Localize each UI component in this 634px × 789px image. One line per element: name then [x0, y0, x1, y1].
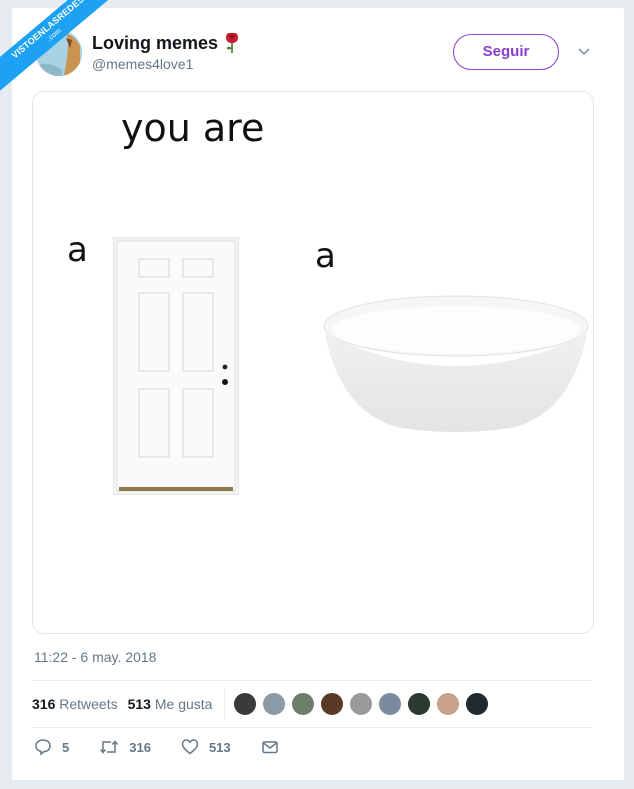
- reply-count: 5: [62, 739, 70, 755]
- author-handle[interactable]: @memes4love1: [92, 56, 193, 72]
- heart-icon: [181, 739, 199, 755]
- meme-label-left: a: [67, 230, 88, 270]
- retweet-count: 316: [129, 739, 151, 755]
- reply-button[interactable]: 5: [34, 738, 69, 756]
- meme-label-right: a: [315, 236, 336, 276]
- liker-avatar[interactable]: [233, 692, 258, 716]
- tweet-media[interactable]: you are a a: [32, 91, 594, 634]
- direct-message-button[interactable]: [261, 739, 289, 755]
- door-image: [113, 237, 239, 495]
- likes-stat[interactable]: 513 Me gusta: [128, 696, 213, 712]
- bowl-image: [323, 295, 589, 432]
- like-button[interactable]: 513: [181, 738, 231, 756]
- liker-avatar[interactable]: [349, 692, 374, 716]
- tweet-actions: 5 316 513: [34, 738, 319, 756]
- reply-icon: [35, 739, 51, 756]
- follow-button[interactable]: Seguir: [453, 34, 559, 70]
- retweet-icon: [100, 740, 119, 754]
- tweet-stats: 316 Retweets 513 Me gusta: [32, 681, 592, 727]
- liker-avatar[interactable]: [465, 692, 490, 716]
- retweets-count: 316: [32, 696, 56, 712]
- chevron-down-icon[interactable]: [577, 44, 591, 58]
- liker-avatar[interactable]: [320, 692, 345, 716]
- envelope-icon: [261, 741, 278, 754]
- liker-avatar[interactable]: [291, 692, 316, 716]
- liker-avatar[interactable]: [262, 692, 287, 716]
- retweet-button[interactable]: 316: [99, 738, 151, 756]
- retweets-label: Retweets: [59, 696, 118, 712]
- stats-separator: [224, 689, 226, 719]
- liker-avatar[interactable]: [436, 692, 461, 716]
- like-count: 513: [208, 739, 231, 755]
- tweet-timestamp[interactable]: 11:22 - 6 may. 2018: [34, 649, 156, 665]
- retweets-stat[interactable]: 316 Retweets: [32, 696, 118, 712]
- liker-avatars: [233, 692, 494, 716]
- liker-avatar[interactable]: [378, 692, 403, 716]
- meme-title: you are: [121, 106, 265, 150]
- divider: [32, 727, 592, 728]
- tweet-card: Loving memes @memes4love1 Seguir you are…: [12, 8, 624, 780]
- likes-label: Me gusta: [154, 696, 213, 712]
- rose-icon: [226, 32, 239, 53]
- likes-count: 513: [127, 696, 151, 712]
- author-name[interactable]: Loving memes: [92, 33, 218, 54]
- liker-avatar[interactable]: [407, 692, 432, 716]
